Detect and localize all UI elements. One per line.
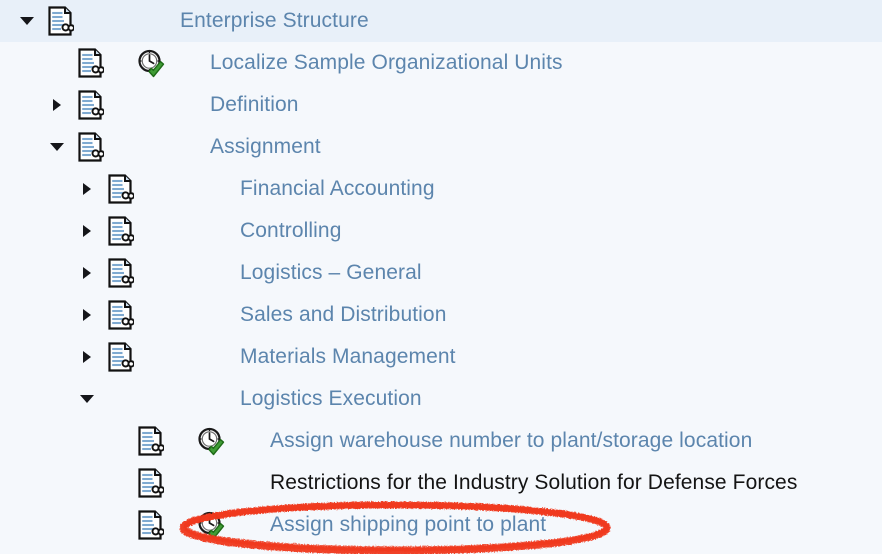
expander-triangle [20, 17, 34, 25]
clock-check-icon[interactable] [196, 510, 226, 540]
tree-row-label[interactable]: Logistics – General [240, 261, 422, 285]
tree-row[interactable]: Restrictions for the Industry Solution f… [0, 462, 882, 504]
tree-row-label[interactable]: Enterprise Structure [180, 9, 369, 33]
tree-row-label[interactable]: Assign warehouse number to plant/storage… [270, 429, 752, 453]
tree-row-label[interactable]: Materials Management [240, 345, 456, 369]
document-icon[interactable] [48, 6, 74, 36]
tree-row-label[interactable]: Localize Sample Organizational Units [210, 51, 563, 75]
document-icon[interactable] [138, 468, 164, 498]
tree-row-label[interactable]: Financial Accounting [240, 177, 435, 201]
tree-row[interactable]: Materials Management [0, 336, 882, 378]
expander-triangle [83, 183, 91, 195]
clock-check-icon[interactable] [136, 48, 166, 78]
chevron-right-icon[interactable] [78, 252, 96, 294]
tree-row-label[interactable]: Assign shipping point to plant [270, 513, 546, 537]
activity-tree: Enterprise Structure Localize Sample Orga… [0, 0, 882, 554]
tree-row[interactable]: Logistics – General [0, 252, 882, 294]
document-icon[interactable] [108, 342, 134, 372]
tree-row-label: Restrictions for the Industry Solution f… [270, 471, 798, 494]
tree-row[interactable]: Localize Sample Organizational Units [0, 42, 882, 84]
document-icon[interactable] [138, 426, 164, 456]
tree-row-label[interactable]: Controlling [240, 219, 342, 243]
tree-row[interactable]: Assignment [0, 126, 882, 168]
chevron-right-icon[interactable] [78, 210, 96, 252]
expander-triangle [83, 309, 91, 321]
tree-row-label[interactable]: Definition [210, 93, 299, 117]
chevron-down-icon[interactable] [18, 0, 36, 42]
expander-triangle [80, 395, 94, 403]
tree-row[interactable]: Controlling [0, 210, 882, 252]
document-icon[interactable] [108, 300, 134, 330]
tree-row[interactable]: Sales and Distribution [0, 294, 882, 336]
expander-triangle [83, 351, 91, 363]
chevron-right-icon[interactable] [78, 336, 96, 378]
tree-row[interactable]: Assign warehouse number to plant/storage… [0, 420, 882, 462]
chevron-right-icon[interactable] [78, 168, 96, 210]
chevron-right-icon[interactable] [78, 294, 96, 336]
clock-check-icon[interactable] [196, 426, 226, 456]
tree-row[interactable]: Assign shipping point to plant [0, 504, 882, 546]
document-icon[interactable] [108, 216, 134, 246]
expander-triangle [83, 267, 91, 279]
tree-row[interactable]: Definition [0, 84, 882, 126]
document-icon[interactable] [108, 258, 134, 288]
tree-row[interactable]: Enterprise Structure [0, 0, 882, 42]
expander-triangle [83, 225, 91, 237]
tree-row-label[interactable]: Logistics Execution [240, 387, 422, 411]
chevron-down-icon[interactable] [78, 378, 96, 420]
tree-row[interactable]: Logistics Execution [0, 378, 882, 420]
document-icon[interactable] [108, 174, 134, 204]
document-icon[interactable] [138, 510, 164, 540]
tree-row[interactable]: Financial Accounting [0, 168, 882, 210]
expander-triangle [53, 99, 61, 111]
document-icon[interactable] [78, 48, 104, 78]
chevron-down-icon[interactable] [48, 126, 66, 168]
expander-triangle [50, 143, 64, 151]
document-icon[interactable] [78, 132, 104, 162]
tree-row-label[interactable]: Sales and Distribution [240, 303, 446, 327]
tree-row-label[interactable]: Assignment [210, 135, 321, 159]
chevron-right-icon[interactable] [48, 84, 66, 126]
document-icon[interactable] [78, 90, 104, 120]
